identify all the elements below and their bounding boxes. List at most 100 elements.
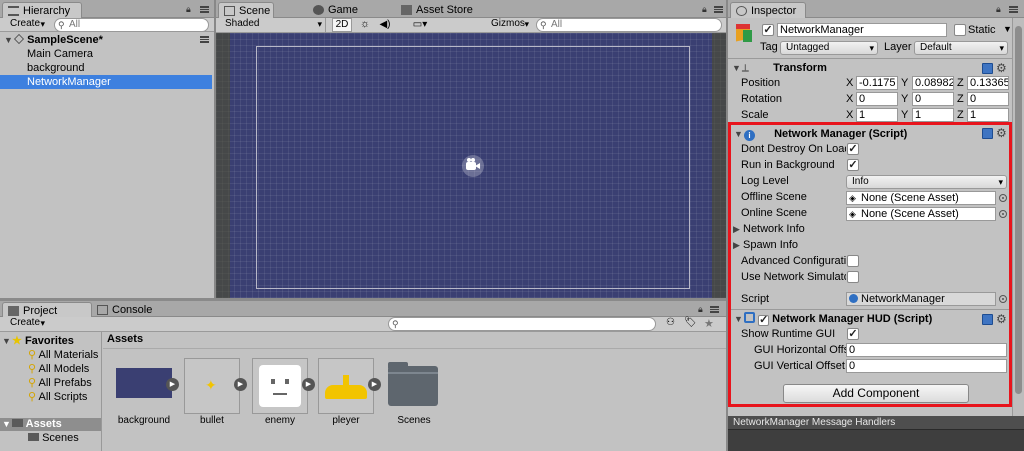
fav-item[interactable]: ⚲ All Scripts xyxy=(28,390,87,403)
audio-icon[interactable]: ◀) xyxy=(376,18,394,32)
shading-dropdown[interactable]: Shaded xyxy=(220,18,326,32)
network-info-foldout[interactable]: ▶ Network Info xyxy=(733,222,805,236)
position-x[interactable]: -0.1175 xyxy=(856,76,898,90)
project-tabbar: Project Console 🔒︎ xyxy=(0,301,726,317)
network-manager-header[interactable]: ▼ i Network Manager (Script) xyxy=(728,126,1014,142)
menu-icon[interactable] xyxy=(200,6,209,13)
effects-icon[interactable]: ▭▾ xyxy=(406,18,434,32)
gizmos-dropdown[interactable]: Gizmos xyxy=(486,18,532,32)
create-dropdown[interactable]: Create xyxy=(5,18,48,32)
network-sim-checkbox[interactable] xyxy=(847,271,859,283)
search-icon: ⚲ xyxy=(392,319,399,329)
help-book-icon[interactable] xyxy=(982,314,993,325)
run-bg-checkbox[interactable]: ✓ xyxy=(847,159,859,171)
menu-icon[interactable] xyxy=(710,306,719,313)
tab-console[interactable]: Console xyxy=(92,302,162,318)
hierarchy-panel: ▼ SampleScene* Main Camera background Ne… xyxy=(0,32,214,298)
lock-icon[interactable]: 🔒︎ xyxy=(702,5,710,14)
static-checkbox[interactable] xyxy=(954,24,966,36)
offline-scene-field[interactable]: ◈ None (Scene Asset) xyxy=(846,191,996,205)
favorites-row[interactable]: ▼★ Favorites xyxy=(2,334,74,347)
assets-root-row[interactable]: ▼ Assets xyxy=(0,418,101,431)
settings-gear-icon[interactable]: ⚙ xyxy=(996,62,1007,74)
hierarchy-search[interactable]: ⚲ All xyxy=(54,18,209,32)
search-icon: ⚲ xyxy=(28,391,37,403)
transform-icon: ⟂ xyxy=(742,63,749,74)
tag-dropdown[interactable]: Untagged xyxy=(780,41,878,55)
online-scene-field[interactable]: ◈ None (Scene Asset) xyxy=(846,207,996,221)
rotation-z[interactable]: 0 xyxy=(967,92,1009,106)
advanced-config-checkbox[interactable] xyxy=(847,255,859,267)
create-dropdown[interactable]: Create xyxy=(5,317,48,331)
lighting-icon[interactable]: ☼ xyxy=(356,18,374,32)
scale-y[interactable]: 1 xyxy=(912,108,954,122)
tab-hierarchy[interactable]: Hierarchy xyxy=(2,2,82,18)
scale-z[interactable]: 1 xyxy=(967,108,1009,122)
unity-icon xyxy=(14,34,24,44)
settings-gear-icon[interactable]: ⚙ xyxy=(996,127,1007,139)
object-picker-icon[interactable] xyxy=(999,210,1007,218)
fav-item[interactable]: ⚲ All Models xyxy=(28,362,89,375)
scrollbar-thumb[interactable] xyxy=(1015,26,1022,394)
show-gui-checkbox[interactable]: ✓ xyxy=(847,328,859,340)
assets-child[interactable]: Scenes xyxy=(28,432,79,444)
object-name-field[interactable]: NetworkManager xyxy=(777,23,947,37)
tab-game[interactable]: Game xyxy=(308,2,364,18)
active-checkbox[interactable]: ✓ xyxy=(762,24,774,36)
lock-icon[interactable]: 🔒︎ xyxy=(186,5,194,14)
object-picker-icon[interactable] xyxy=(999,194,1007,202)
log-level-dropdown[interactable]: Info xyxy=(846,175,1007,189)
expand-icon[interactable]: ▶ xyxy=(302,378,315,391)
label-icon[interactable]: 🏷︎ xyxy=(684,317,697,328)
breadcrumb: Assets xyxy=(107,333,144,345)
hud-enabled-checkbox[interactable]: ✓ xyxy=(758,315,770,326)
fav-item[interactable]: ⚲ All Materials xyxy=(28,348,98,361)
scene-tabbar: Scene Game Asset Store 🔒︎ xyxy=(216,0,726,18)
transform-header[interactable]: ▼⟂ Transform xyxy=(728,60,1014,76)
object-picker-icon[interactable] xyxy=(999,295,1007,303)
lock-icon[interactable]: 🔒︎ xyxy=(996,5,1004,14)
menu-icon[interactable] xyxy=(714,6,723,13)
project-search[interactable]: ⚲ xyxy=(388,317,656,331)
camera-gizmo-icon[interactable] xyxy=(462,155,484,177)
tab-inspector[interactable]: Inspector xyxy=(730,2,806,18)
tab-asset-store[interactable]: Asset Store xyxy=(396,2,486,18)
scene-viewport[interactable] xyxy=(216,33,726,298)
tab-scene[interactable]: Scene xyxy=(218,2,274,18)
tab-project[interactable]: Project xyxy=(2,302,92,317)
rotation-y[interactable]: 0 xyxy=(912,92,954,106)
filter-type-icon[interactable]: ⚇ xyxy=(666,317,675,328)
scrollbar[interactable] xyxy=(1012,18,1024,416)
h-offset-field[interactable]: 0 xyxy=(846,343,1007,357)
position-z[interactable]: 0.13365 xyxy=(967,76,1009,90)
scene-menu-icon[interactable] xyxy=(200,36,209,43)
scale-x[interactable]: 1 xyxy=(856,108,898,122)
star-icon[interactable]: ★ xyxy=(704,317,714,330)
rotation-x[interactable]: 0 xyxy=(856,92,898,106)
v-offset-field[interactable]: 0 xyxy=(846,359,1007,373)
lock-icon[interactable]: 🔒︎ xyxy=(698,305,706,314)
fav-item[interactable]: ⚲ All Prefabs xyxy=(28,376,92,389)
dont-destroy-checkbox[interactable]: ✓ xyxy=(847,143,859,155)
static-dropdown-icon[interactable]: ▼ xyxy=(1003,24,1012,34)
expand-icon[interactable]: ▶ xyxy=(234,378,247,391)
help-book-icon[interactable] xyxy=(982,128,993,139)
help-book-icon[interactable] xyxy=(982,63,993,74)
menu-icon[interactable] xyxy=(1009,6,1018,13)
run-bg-label: Run in Background xyxy=(741,159,835,171)
spawn-info-foldout[interactable]: ▶ Spawn Info xyxy=(733,238,798,252)
hierarchy-item[interactable]: background xyxy=(0,61,212,75)
hud-header[interactable]: ▼ ✓ Network Manager HUD (Script) xyxy=(728,311,1014,327)
settings-gear-icon[interactable]: ⚙ xyxy=(996,313,1007,325)
hierarchy-item[interactable]: Main Camera xyxy=(0,47,212,61)
expand-icon[interactable]: ▶ xyxy=(368,378,381,391)
2d-toggle[interactable]: 2D xyxy=(332,18,352,32)
position-y[interactable]: 0.08982 xyxy=(912,76,954,90)
expand-icon[interactable]: ▶ xyxy=(166,378,179,391)
layer-dropdown[interactable]: Default xyxy=(914,41,1008,55)
scene-row[interactable]: ▼ SampleScene* xyxy=(0,33,212,47)
axis-z-label: Z xyxy=(957,109,964,121)
add-component-button[interactable]: Add Component xyxy=(783,384,969,403)
hierarchy-item-selected[interactable]: NetworkManager xyxy=(0,75,212,89)
scene-search[interactable]: ⚲ All xyxy=(536,18,722,32)
